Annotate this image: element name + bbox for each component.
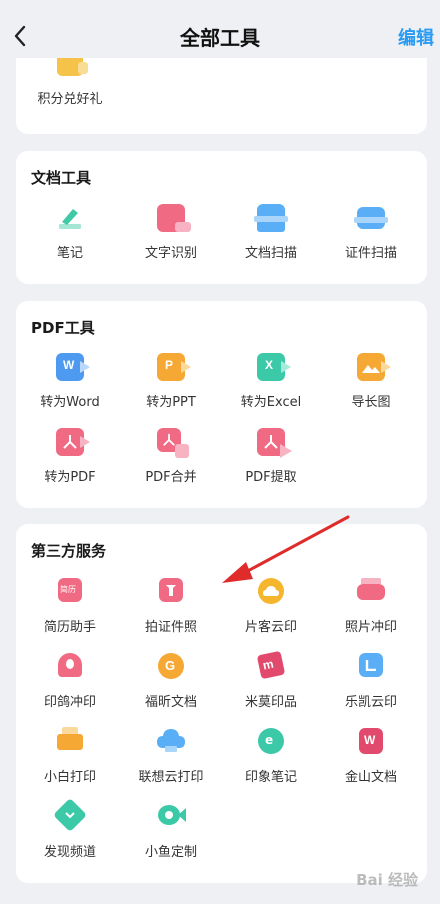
- tool-label: 转为PPT: [146, 395, 196, 410]
- tool-label: 导长图: [351, 395, 391, 410]
- id-scan-icon: [354, 207, 388, 229]
- tool-item-photo-print[interactable]: 照片冲印: [321, 578, 421, 635]
- tool-label: 米莫印品: [244, 695, 297, 710]
- tool-label: 转为PDF: [44, 470, 96, 485]
- third-party-card: 第三方服务 简历 简历助手 拍证件照 片客云印 照片冲印 印鸽冲印 G 福昕文档…: [16, 524, 427, 883]
- tool-label: PDF合并: [145, 470, 197, 485]
- printer-icon: [57, 727, 83, 750]
- tool-label: 笔记: [56, 246, 83, 261]
- page-title: 全部工具: [180, 26, 260, 50]
- tool-item-mimo[interactable]: m 米莫印品: [221, 650, 321, 710]
- tool-label: PDF提取: [245, 470, 297, 485]
- discover-icon: [53, 798, 87, 832]
- tool-label: 联想云打印: [138, 770, 204, 785]
- tool-item-long-image[interactable]: 导长图: [321, 353, 421, 410]
- tool-item-pdf-extract[interactable]: PDF提取: [221, 428, 321, 485]
- tool-item-xiaoyu[interactable]: 小鱼定制: [121, 803, 221, 860]
- tool-item-to-pdf[interactable]: 转为PDF: [20, 428, 120, 485]
- lucky-print-icon: [359, 653, 383, 677]
- tool-label: 片客云印: [244, 620, 297, 635]
- pdf-merge-icon: [157, 428, 189, 458]
- tool-item-evernote[interactable]: e 印象笔记: [221, 728, 321, 785]
- tool-label: 金山文档: [344, 770, 397, 785]
- tool-item-doc-scan[interactable]: 文档扫描: [221, 204, 321, 261]
- cloud-print-icon: [258, 578, 284, 604]
- tool-label: 发现频道: [43, 845, 96, 860]
- tool-item-cloud-print[interactable]: 片客云印: [221, 578, 321, 635]
- tool-label: 证件扫描: [344, 246, 397, 261]
- word-icon: W: [56, 353, 90, 381]
- tool-item-points-gift[interactable]: 积分兑好礼: [20, 58, 120, 107]
- resume-icon: 简历: [58, 578, 82, 602]
- tool-label: 小鱼定制: [144, 845, 197, 860]
- tool-item-resume[interactable]: 简历 简历助手: [20, 578, 120, 635]
- tool-label: 小白打印: [43, 770, 96, 785]
- tool-item-id-scan[interactable]: 证件扫描: [321, 204, 421, 261]
- edit-button[interactable]: 编辑: [398, 24, 434, 50]
- tool-item-notes[interactable]: 笔记: [20, 204, 120, 261]
- tool-item-to-word[interactable]: W 转为Word: [20, 353, 120, 410]
- tool-item-lenovo-cloud[interactable]: 联想云打印: [121, 728, 221, 785]
- tool-label: 拍证件照: [144, 620, 197, 635]
- tool-item-lucky-print[interactable]: 乐凯云印: [321, 653, 421, 710]
- tool-item-id-photo[interactable]: 拍证件照: [121, 578, 221, 635]
- evernote-icon: e: [258, 728, 284, 754]
- tool-item-discover[interactable]: 发现频道: [20, 798, 120, 860]
- tool-item-to-excel[interactable]: X 转为Excel: [221, 353, 321, 410]
- mimo-icon: m: [256, 650, 286, 680]
- tool-label: 乐凯云印: [344, 695, 397, 710]
- long-image-icon: [357, 353, 391, 381]
- photo-print-icon: [357, 578, 385, 600]
- tool-label: 印鸽冲印: [43, 695, 96, 710]
- lenovo-cloud-icon: [157, 728, 185, 756]
- tool-item-pigeon-print[interactable]: 印鸽冲印: [20, 653, 120, 710]
- doc-tools-card: 文档工具 笔记 文字识别 文档扫描 证件扫描: [16, 151, 427, 284]
- tool-item-to-ppt[interactable]: P 转为PPT: [121, 353, 221, 410]
- tool-label: 积分兑好礼: [37, 92, 103, 107]
- tool-label: 文字识别: [144, 246, 197, 261]
- points-card: 积分兑好礼: [16, 58, 427, 134]
- tool-label: 简历助手: [43, 620, 96, 635]
- section-title: PDF工具: [31, 319, 95, 337]
- tool-label: 印象笔记: [244, 770, 297, 785]
- pen-icon: [56, 204, 84, 232]
- tool-label: 转为Word: [40, 395, 100, 410]
- tool-label: 转为Excel: [240, 395, 302, 410]
- tool-item-pdf-merge[interactable]: PDF合并: [121, 428, 221, 485]
- tool-item-xiaobai-print[interactable]: 小白打印: [20, 727, 120, 785]
- gift-icon: [57, 58, 88, 76]
- document-scan-icon: [254, 204, 288, 232]
- tool-label: 照片冲印: [344, 620, 397, 635]
- tool-item-wps[interactable]: W 金山文档: [321, 728, 421, 785]
- tool-label: 文档扫描: [244, 246, 297, 261]
- fish-icon: [157, 803, 186, 831]
- pigeon-print-icon: [58, 653, 82, 677]
- ppt-icon: P: [157, 353, 191, 381]
- tool-item-ocr[interactable]: 文字识别: [121, 204, 221, 261]
- tool-item-foxit[interactable]: G 福昕文档: [121, 653, 221, 710]
- wps-icon: W: [359, 728, 383, 754]
- ocr-icon: [157, 204, 191, 232]
- excel-icon: X: [257, 353, 291, 381]
- tool-label: 福昕文档: [144, 695, 197, 710]
- foxit-icon: G: [158, 653, 184, 679]
- section-title: 第三方服务: [31, 542, 107, 560]
- pdf-extract-icon: [257, 428, 292, 458]
- pdf-icon: [56, 428, 90, 456]
- pdf-tools-card: PDF工具 W 转为Word P 转为PPT X 转为Excel 导长图 转为P…: [16, 301, 427, 508]
- id-photo-icon: [159, 578, 183, 602]
- watermark: Bai 经验: [356, 871, 418, 889]
- section-title: 文档工具: [31, 169, 92, 187]
